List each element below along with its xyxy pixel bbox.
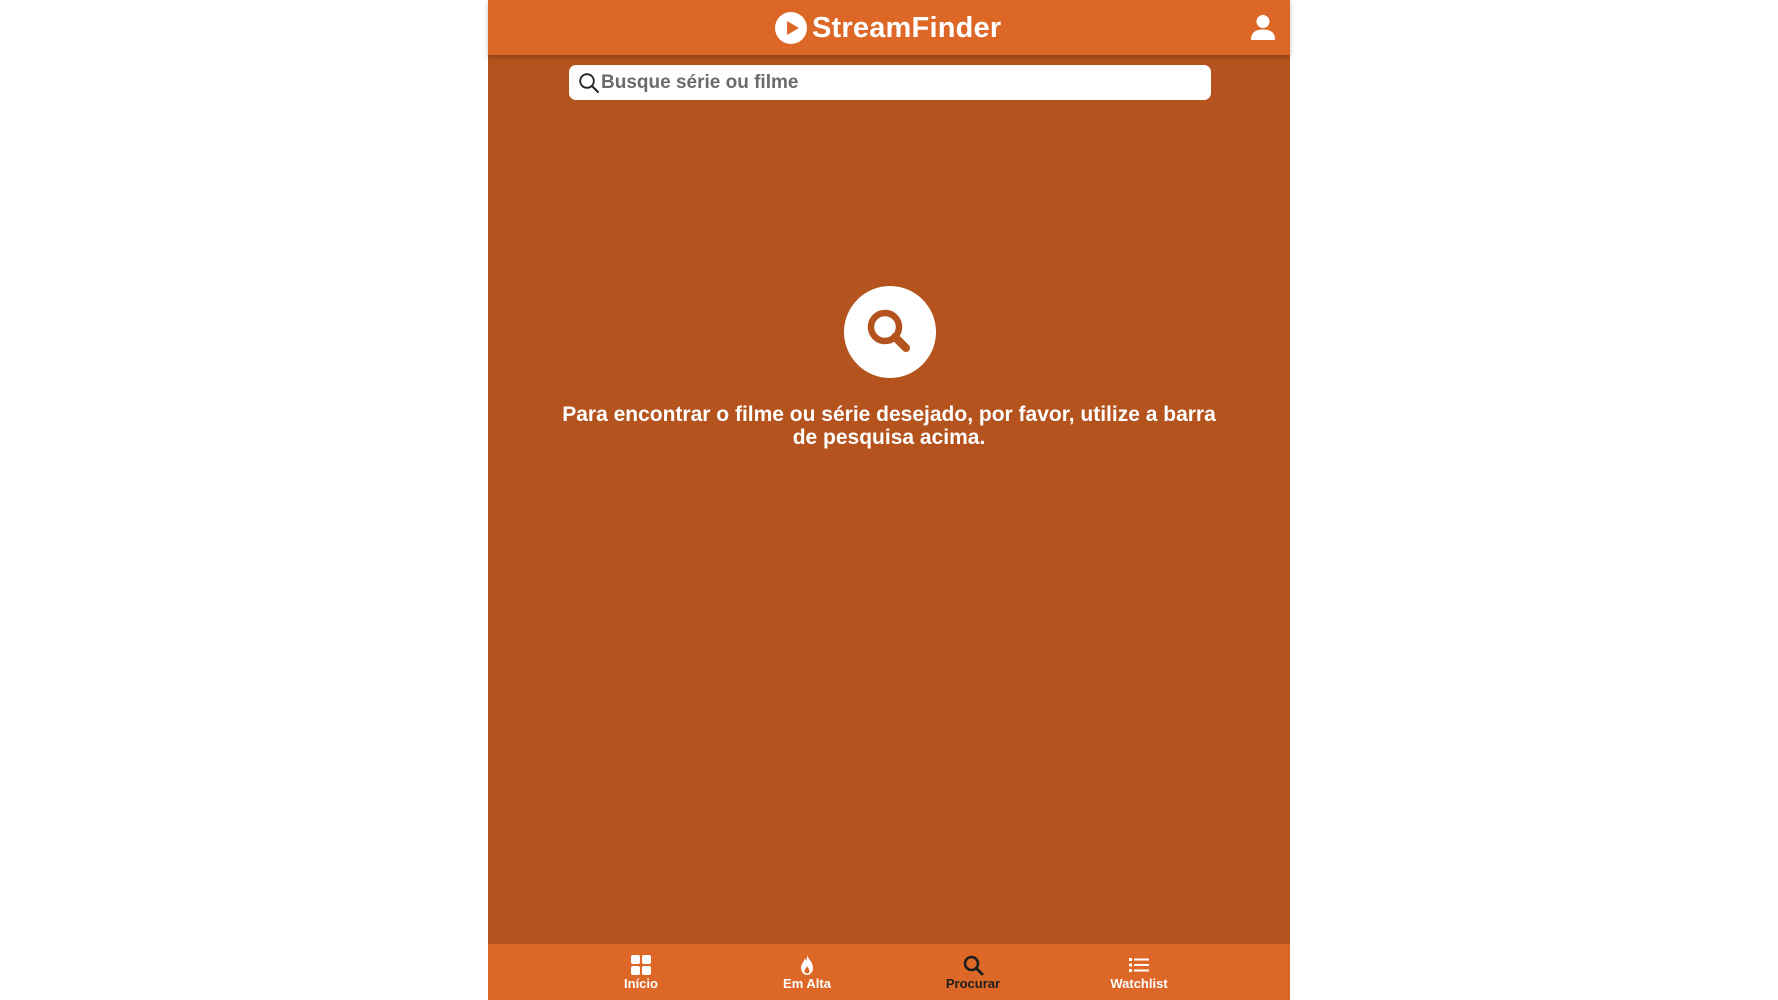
nav-label: Procurar [945, 976, 1001, 991]
app-frame: StreamFinder Para encontrar o filme ou s… [488, 0, 1290, 1000]
flame-icon [801, 955, 813, 975]
magnifier-icon [867, 309, 910, 352]
list-icon [1129, 958, 1149, 972]
nav-label: Watchlist [1110, 976, 1168, 991]
app-header: StreamFinder [488, 0, 1290, 55]
nav-item-watchlist[interactable]: Watchlist [1056, 944, 1222, 1000]
nav-label: Em Alta [783, 976, 831, 991]
bottom-navigation: Início Em Alta Procurar Watchlist [488, 944, 1290, 1000]
search-icon [963, 955, 984, 976]
app-logo[interactable]: StreamFinder [774, 11, 1001, 45]
user-profile-button[interactable] [1250, 14, 1276, 41]
grid-icon [631, 955, 651, 975]
empty-state-message: Para encontrar o filme ou série desejado… [562, 403, 1216, 449]
nav-item-inicio[interactable]: Início [558, 944, 724, 1000]
search-input[interactable] [601, 65, 1201, 100]
nav-label: Início [624, 976, 658, 991]
play-circle-icon [775, 12, 807, 44]
empty-state-illustration [844, 286, 936, 378]
nav-item-em-alta[interactable]: Em Alta [724, 944, 890, 1000]
nav-item-procurar[interactable]: Procurar [890, 944, 1056, 1000]
search-bar[interactable] [569, 65, 1211, 100]
user-icon [1251, 15, 1275, 40]
app-name: StreamFinder [812, 11, 1002, 44]
search-icon [579, 73, 599, 93]
